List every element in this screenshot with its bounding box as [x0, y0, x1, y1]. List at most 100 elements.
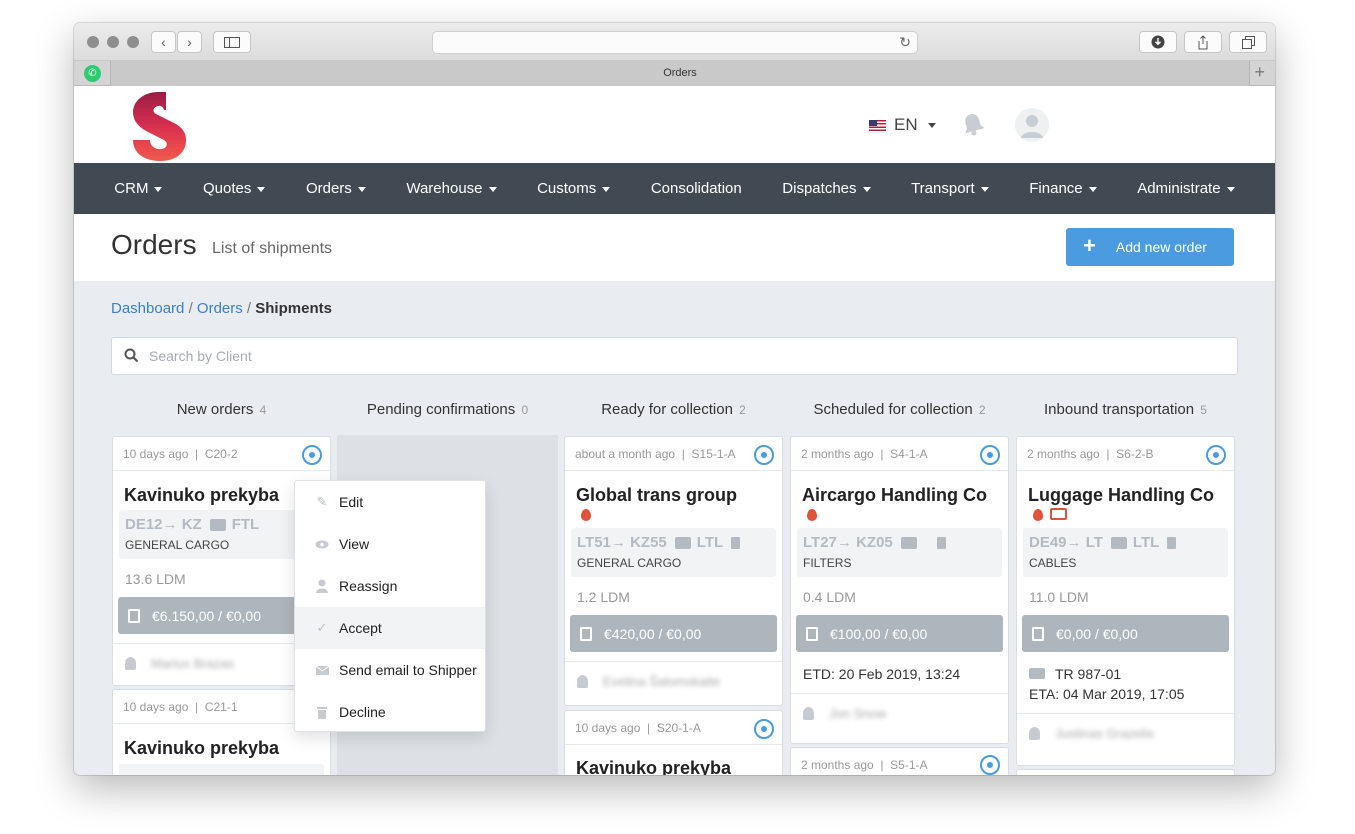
order-card[interactable]: 2 months ago | S5-1-A: [790, 747, 1009, 775]
menu-item-accept[interactable]: ✓ Accept: [295, 607, 485, 649]
card-cargo-type: CABLES: [1029, 556, 1077, 570]
nav-item-consolidation[interactable]: Consolidation: [651, 180, 742, 197]
user-icon: [577, 675, 588, 688]
menu-item-send-email[interactable]: Send email to Shipper: [295, 649, 485, 691]
column-count: 5: [1200, 403, 1207, 417]
breadcrumb-separator: /: [246, 300, 252, 317]
new-tab-button[interactable]: +: [1254, 62, 1265, 83]
card-route: DE49 → LT LTL: [1029, 534, 1222, 551]
user-avatar[interactable]: [1015, 108, 1049, 142]
container-icon: [1167, 536, 1177, 549]
nav-item-administrate[interactable]: Administrate: [1137, 180, 1235, 197]
search-input[interactable]: [149, 338, 1219, 374]
nav-item-quotes[interactable]: Quotes: [203, 180, 266, 197]
sidebar-toggle-button[interactable]: [213, 31, 251, 53]
bell-icon[interactable]: [962, 112, 984, 136]
breadcrumb-dashboard[interactable]: Dashboard: [111, 300, 184, 317]
chevron-right-icon: ›: [187, 34, 192, 50]
order-card[interactable]: 10 days ago | S20-1-A Kavinuko prekyba: [564, 710, 783, 775]
truck-icon: [1029, 668, 1045, 679]
nav-item-finance[interactable]: Finance: [1029, 180, 1097, 197]
nav-item-warehouse[interactable]: Warehouse: [406, 180, 497, 197]
truck-icon: [209, 518, 226, 531]
language-selector[interactable]: EN: [869, 115, 936, 135]
download-icon: [1151, 35, 1165, 49]
address-bar[interactable]: ↻: [432, 31, 918, 54]
nav-item-orders[interactable]: Orders: [306, 180, 366, 197]
downloads-button[interactable]: [1139, 31, 1177, 53]
menu-item-decline[interactable]: Decline: [295, 691, 485, 733]
caret-down-icon: [862, 186, 871, 192]
column-count: 0: [521, 403, 529, 417]
gear-icon[interactable]: [302, 445, 322, 465]
nav-item-crm[interactable]: CRM: [114, 180, 163, 197]
truck-icon: [674, 536, 691, 549]
minimize-window-button[interactable]: [107, 36, 119, 48]
gear-icon[interactable]: [754, 719, 774, 739]
card-assignee: Evelina Šalomskaite: [565, 661, 782, 701]
nav-item-transport[interactable]: Transport: [911, 180, 989, 197]
tab-bar: ✆ Orders +: [74, 61, 1275, 86]
menu-item-view[interactable]: View: [295, 523, 485, 565]
card-route-box: [119, 764, 324, 775]
card-meta: 10 days ago | C20-2: [123, 447, 238, 461]
card-meta: 10 days ago | S20-1-A: [575, 721, 701, 735]
gear-icon[interactable]: [980, 755, 1000, 775]
close-window-button[interactable]: [87, 36, 99, 48]
order-card[interactable]: [1016, 769, 1235, 775]
column-header-ready-for-collection: Ready for collection 2: [601, 401, 746, 418]
share-button[interactable]: [1184, 31, 1222, 53]
breadcrumb-orders[interactable]: Orders: [197, 300, 243, 317]
calculator-icon: [128, 608, 140, 623]
order-card[interactable]: 2 months ago | S4-1-A Aircargo Handling …: [790, 436, 1009, 744]
gear-icon[interactable]: [754, 445, 774, 465]
back-button[interactable]: ‹: [151, 31, 176, 53]
order-card[interactable]: 2 months ago | S6-2-B Luggage Handling C…: [1016, 436, 1235, 766]
gear-icon[interactable]: [980, 445, 1000, 465]
card-route: LT27 → KZ05: [803, 534, 996, 551]
column-header-inbound-transportation: Inbound transportation 5: [1044, 401, 1207, 418]
column-count: 4: [259, 403, 267, 417]
envelope-icon: [315, 663, 329, 677]
trash-icon: [315, 705, 329, 719]
card-cargo-type: GENERAL CARGO: [577, 556, 682, 570]
card-route-box: LT27 → KZ05 FILTERS: [797, 528, 1002, 577]
caret-down-icon: [488, 186, 497, 192]
container-icon: [936, 536, 946, 549]
forward-button[interactable]: ›: [177, 31, 202, 53]
gear-icon[interactable]: [1206, 445, 1226, 465]
urgent-fire-icon: [581, 509, 591, 521]
pencil-icon: ✎: [316, 494, 328, 509]
order-card[interactable]: about a month ago | S15-1-A Global trans…: [564, 436, 783, 706]
menu-item-edit[interactable]: ✎ Edit: [295, 481, 485, 523]
company-logo[interactable]: [130, 90, 190, 162]
breadcrumb-current: Shipments: [255, 300, 332, 317]
browser-window: ‹ › ↻ ✆ Orders + EN CRM Quotes Orders Wa…: [74, 23, 1275, 775]
reload-icon[interactable]: ↻: [899, 34, 911, 51]
tab-title: Orders: [663, 67, 697, 79]
chevron-left-icon: ‹: [161, 34, 166, 50]
nav-item-customs[interactable]: Customs: [537, 180, 611, 197]
nav-item-dispatches[interactable]: Dispatches: [782, 180, 871, 197]
card-ldm: 0.4 LDM: [803, 589, 856, 605]
calculator-icon: [806, 626, 818, 641]
app-header: EN: [74, 86, 1275, 163]
whatsapp-icon[interactable]: ✆: [84, 65, 101, 82]
page-subtitle: List of shipments: [212, 240, 333, 257]
card-client-name: Aircargo Handling Co: [802, 485, 988, 505]
add-new-order-label: Add new order: [1115, 239, 1207, 255]
card-etd: ETD: 20 Feb 2019, 13:24: [803, 666, 961, 682]
ambulance-icon: [1050, 508, 1067, 520]
menu-item-reassign[interactable]: Reassign: [295, 565, 485, 607]
tab-orders[interactable]: Orders: [110, 61, 1250, 86]
card-assignee: Justinas Grazelis: [1017, 713, 1234, 753]
us-flag-icon: [869, 119, 886, 131]
card-price-bar: €0,00 / €0,00: [1022, 615, 1229, 652]
zoom-window-button[interactable]: [127, 36, 139, 48]
add-new-order-button[interactable]: + Add new order: [1066, 228, 1234, 266]
card-transport-info: TR 987-01 ETA: 04 Mar 2019, 17:05: [1017, 652, 1234, 704]
eye-icon: [315, 537, 329, 551]
tabs-overview-button[interactable]: [1229, 31, 1267, 53]
urgent-fire-icon: [1033, 509, 1043, 521]
card-meta: 2 months ago | S4-1-A: [801, 447, 928, 461]
